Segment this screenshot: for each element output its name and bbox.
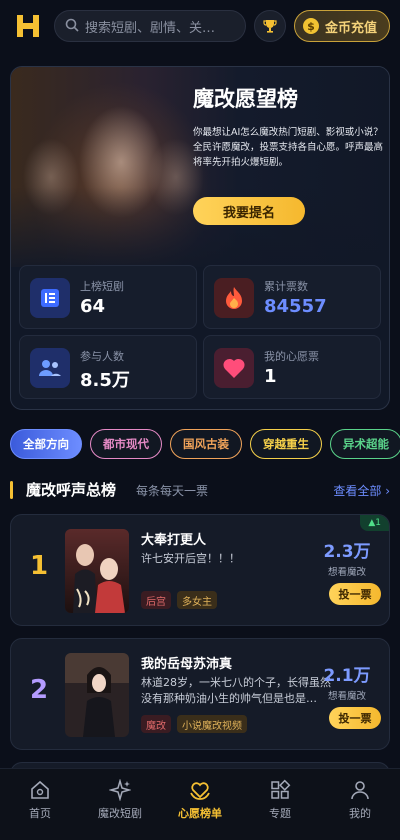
ranking-item[interactable]: ▲1 1 大奉打更人 许七安开后宫！！！ 后宫 多女主 2.3万 想看魔改 投一… bbox=[10, 514, 390, 626]
coin-recharge-label: 金币充值 bbox=[324, 20, 377, 36]
drama-poster[interactable] bbox=[65, 529, 129, 613]
stat-total-votes: 累计票数 84557 bbox=[203, 265, 381, 329]
tag: 魔改 bbox=[141, 715, 171, 733]
nav-profile[interactable]: 我的 bbox=[320, 769, 400, 840]
chip-superpower[interactable]: 异术超能 bbox=[330, 429, 400, 459]
category-filter-bar: 全部方向 都市现代 国风古装 穿越重生 异术超能 bbox=[10, 429, 400, 461]
drama-description: 许七安开后宫！！！ bbox=[141, 552, 240, 565]
search-input[interactable]: 搜索短剧、剧情、关… bbox=[54, 10, 246, 42]
profile-icon bbox=[351, 781, 369, 800]
stat-listed-dramas: 上榜短剧 64 bbox=[19, 265, 197, 329]
trend-up-badge: ▲1 bbox=[360, 515, 389, 531]
wishlist-hero-card: 魔改愿望榜 你最想让AI怎么魔改热门短剧、影视或小说？全民许愿魔改，投票支持各自… bbox=[10, 66, 390, 410]
nav-wishlist[interactable]: 心愿榜单 bbox=[160, 769, 240, 840]
home-icon bbox=[31, 780, 49, 799]
top-bar: 搜索短剧、剧情、关… $ 金币充值 bbox=[0, 0, 400, 52]
app-logo-icon[interactable] bbox=[10, 8, 46, 44]
search-icon bbox=[65, 17, 79, 36]
section-title: 魔改呼声总榜 bbox=[26, 481, 117, 499]
sparkle-icon bbox=[109, 779, 131, 801]
drama-title: 大奉打更人 bbox=[141, 533, 207, 548]
drama-poster[interactable] bbox=[65, 653, 129, 737]
view-all-link[interactable]: 查看全部 › bbox=[333, 482, 390, 499]
coin-icon: $ bbox=[302, 18, 319, 34]
tag: 后宫 bbox=[141, 591, 171, 609]
section-subtitle: 每条每天一票 bbox=[136, 484, 209, 498]
chip-urban[interactable]: 都市现代 bbox=[90, 429, 162, 459]
nav-remix-dramas[interactable]: 魔改短剧 bbox=[80, 769, 160, 840]
nav-home[interactable]: 首页 bbox=[0, 769, 80, 840]
fire-icon bbox=[214, 278, 254, 318]
vote-count: 2.3万 想看魔改 bbox=[323, 542, 371, 578]
drama-title: 我的岳母苏沛真 bbox=[141, 657, 233, 672]
stat-my-wish-votes: 我的心愿票 1 bbox=[203, 335, 381, 399]
drama-description: 林道28岁，一米七八的个子，长得虽然没有那种奶油小生的帅气但是也是… bbox=[141, 676, 331, 705]
heart-icon bbox=[214, 348, 254, 388]
vote-button[interactable]: 投一票 bbox=[329, 583, 381, 605]
list-icon bbox=[30, 278, 70, 318]
chip-ancient[interactable]: 国风古装 bbox=[170, 429, 242, 459]
tag: 多女主 bbox=[177, 591, 217, 609]
rank-number: 2 bbox=[29, 675, 49, 705]
heart-hands-icon bbox=[190, 782, 210, 800]
vote-count: 2.1万 想看魔改 bbox=[323, 666, 371, 702]
nominate-button[interactable]: 我要提名 bbox=[193, 197, 305, 225]
vote-button[interactable]: 投一票 bbox=[329, 707, 381, 729]
hero-description: 你最想让AI怎么魔改热门短剧、影视或小说？全民许愿魔改，投票支持各自心愿。呼声最… bbox=[193, 127, 384, 168]
hero-title: 魔改愿望榜 bbox=[193, 87, 298, 111]
chip-rebirth[interactable]: 穿越重生 bbox=[250, 429, 322, 459]
coin-recharge-button[interactable]: $ 金币充值 bbox=[293, 10, 390, 42]
nav-topics[interactable]: 专题 bbox=[240, 769, 320, 840]
users-icon bbox=[30, 348, 70, 388]
search-placeholder: 搜索短剧、剧情、关… bbox=[85, 20, 216, 36]
stat-participants: 参与人数 8.5万 bbox=[19, 335, 197, 399]
bottom-navigation: 首页 魔改短剧 心愿榜单 专题 我的 bbox=[0, 768, 400, 840]
rank-number: 1 bbox=[29, 551, 49, 581]
trophy-button[interactable] bbox=[253, 10, 286, 42]
trophy-icon bbox=[263, 20, 277, 33]
chevron-right-icon: › bbox=[385, 484, 390, 498]
chip-all[interactable]: 全部方向 bbox=[10, 429, 82, 459]
grid-icon bbox=[271, 779, 291, 799]
tag: 小说魔改视频 bbox=[177, 715, 247, 733]
ranking-item[interactable]: 2 我的岳母苏沛真 林道28岁，一米七八的个子，长得虽然没有那种奶油小生的帅气但… bbox=[10, 638, 390, 750]
ranking-section-header: 魔改呼声总榜 每条每天一票 查看全部 › bbox=[10, 478, 390, 502]
